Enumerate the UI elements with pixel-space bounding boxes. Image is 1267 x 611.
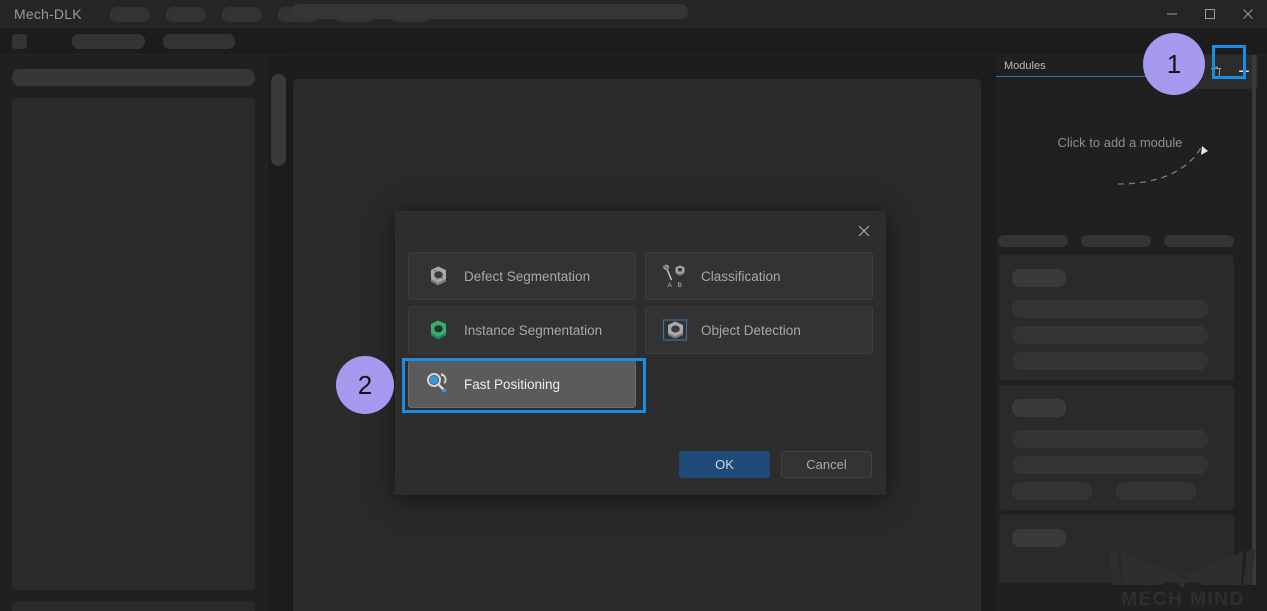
section-row-placeholder[interactable] [1012,326,1208,344]
module-option-label: Defect Segmentation [464,268,591,284]
nut-bbox-icon [662,319,688,341]
section-title-placeholder [1012,399,1066,417]
section-title-placeholder [1012,529,1066,547]
left-panel-footer-card [12,601,255,611]
module-option-object-detection[interactable]: Object Detection [645,306,873,354]
right-panel-tab-placeholder[interactable] [1081,235,1151,247]
module-option-defect-segmentation[interactable]: Defect Segmentation [408,252,636,300]
maximize-icon[interactable] [1191,0,1229,28]
nut-green-icon [431,320,446,340]
add-module-dialog: Defect Segmentation A B Classification I… [395,211,886,495]
right-panel: Modules + Click to add a module [996,55,1258,611]
modules-empty-state: Click to add a module [996,77,1244,227]
toolbar-icon-placeholder[interactable] [12,33,27,49]
section-row-placeholder[interactable] [1012,456,1208,474]
section-row-placeholder[interactable] [1012,300,1208,318]
section-row-placeholder[interactable] [1012,352,1208,370]
secondary-toolbar [0,28,1267,55]
magnifier-rotate-icon [427,373,447,393]
ok-button[interactable]: OK [679,451,770,478]
right-panel-tab-placeholder[interactable] [1164,235,1234,247]
app-window: Mech-DLK Modules + Click to add a module… [0,0,1267,611]
right-panel-section-card [999,385,1234,510]
menu-item-placeholder[interactable] [109,6,150,22]
close-icon[interactable] [1229,0,1267,28]
svg-text:B: B [678,282,682,289]
minimize-icon[interactable] [1153,0,1191,28]
menu-item-placeholder[interactable] [221,6,262,22]
window-controls [1153,0,1267,28]
left-panel [0,56,268,611]
toolbar-item-placeholder[interactable] [163,33,235,49]
section-half-row-placeholder[interactable] [1116,482,1196,500]
right-panel-tabs-placeholder [998,235,1234,247]
module-option-instance-segmentation[interactable]: Instance Segmentation [408,306,636,354]
menu-item-placeholder[interactable] [165,6,206,22]
module-option-label: Instance Segmentation [464,322,603,338]
left-panel-search-placeholder[interactable] [12,69,255,86]
right-panel-section-card [999,255,1234,380]
modules-title: Modules [1004,59,1046,72]
module-option-classification[interactable]: A B Classification [645,252,873,300]
module-option-label: Object Detection [701,322,801,338]
step-badge-2: 2 [336,356,394,414]
hint-arrow-icon [1117,145,1208,185]
svg-text:A: A [668,282,673,289]
toolbar-item-placeholder[interactable] [72,33,145,49]
cancel-button[interactable]: Cancel [781,451,872,478]
section-row-placeholder[interactable] [1012,430,1208,448]
canvas-toolbar-placeholder[interactable] [292,4,688,19]
right-panel-tab-placeholder[interactable] [998,235,1068,247]
dialog-buttons: OK Cancel [679,451,872,478]
app-title: Mech-DLK [14,6,82,22]
left-scrollbar-thumb[interactable] [271,74,286,166]
nut-defect-icon [431,266,446,286]
module-option-fast-positioning[interactable]: Fast Positioning [408,360,636,408]
left-panel-image-list[interactable] [12,98,255,590]
section-half-row-placeholder[interactable] [1012,482,1092,500]
section-title-placeholder [1012,269,1066,287]
module-option-label: Fast Positioning [464,376,561,392]
screw-nut-ab-icon: A B [663,264,685,289]
step-badge-1: 1 [1143,33,1205,95]
right-panel-section-card [999,515,1234,583]
dialog-close-icon[interactable] [852,219,876,243]
right-panel-scrollbar[interactable] [1252,55,1256,585]
module-option-label: Classification [701,268,781,284]
module-type-grid: Defect Segmentation A B Classification I… [408,252,874,413]
